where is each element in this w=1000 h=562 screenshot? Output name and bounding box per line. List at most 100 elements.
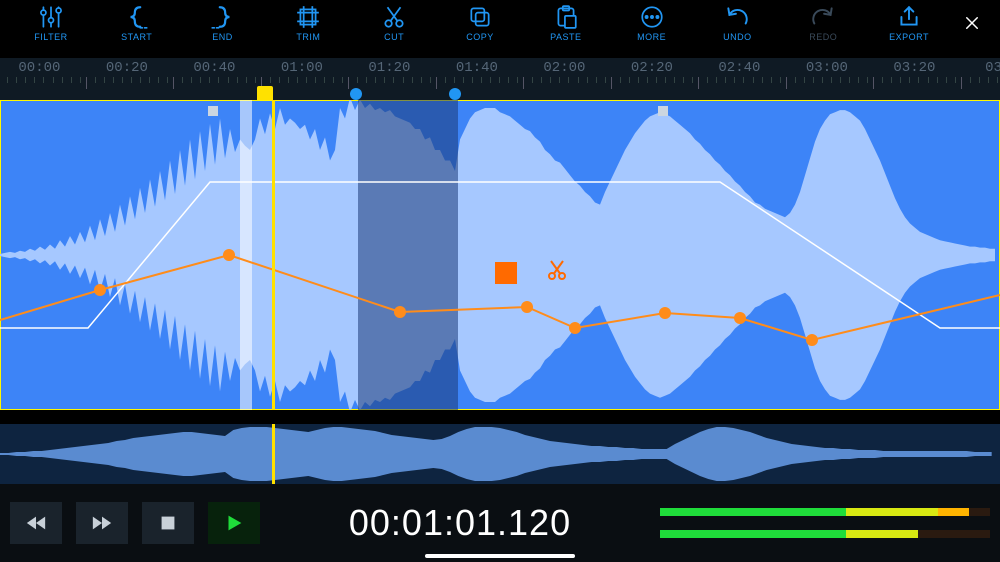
filter-icon xyxy=(38,4,64,30)
meter-segment xyxy=(918,508,928,516)
envelope-handle[interactable] xyxy=(658,106,668,116)
meter-segment xyxy=(815,508,825,516)
meter-segment xyxy=(794,530,804,538)
redo-icon xyxy=(810,4,836,30)
meter-segment xyxy=(670,530,680,538)
meter-left xyxy=(660,508,990,516)
meter-segment xyxy=(969,530,979,538)
ruler-label: 01:00 xyxy=(281,58,323,77)
automation-point[interactable] xyxy=(521,301,533,313)
tool-label: MORE xyxy=(637,32,666,42)
ruler-label: 00:40 xyxy=(193,58,235,77)
meter-segment xyxy=(928,530,938,538)
redo-button[interactable]: REDO xyxy=(780,4,866,42)
meter-segment xyxy=(980,508,990,516)
ruler-tick: 03:20 xyxy=(873,58,956,87)
level-meters xyxy=(660,508,990,538)
automation-point[interactable] xyxy=(806,334,818,346)
meter-segment xyxy=(980,530,990,538)
undo-icon xyxy=(724,4,750,30)
ruler-tick: 01:00 xyxy=(261,58,344,87)
meter-segment xyxy=(681,508,691,516)
tool-label: FILTER xyxy=(34,32,67,42)
tool-label: COPY xyxy=(466,32,494,42)
cut-button[interactable]: CUT xyxy=(351,4,437,42)
forward-button[interactable] xyxy=(76,502,128,544)
export-icon xyxy=(896,4,922,30)
copy-button[interactable]: COPY xyxy=(437,4,523,42)
ruler-tick: 00:00 xyxy=(0,58,81,87)
ruler-label: 00:20 xyxy=(106,58,148,77)
meter-segment xyxy=(660,530,670,538)
stop-button[interactable] xyxy=(142,502,194,544)
stop-icon xyxy=(157,512,179,534)
ruler-label: 02:40 xyxy=(718,58,760,77)
meter-segment xyxy=(712,530,722,538)
overview-waveform[interactable] xyxy=(0,424,1000,484)
automation-point[interactable] xyxy=(659,307,671,319)
automation-point[interactable] xyxy=(394,306,406,318)
meter-segment xyxy=(712,508,722,516)
ruler-tick: 02:00 xyxy=(523,58,606,87)
meter-segment xyxy=(887,530,897,538)
meter-segment xyxy=(825,530,835,538)
end-button[interactable]: END xyxy=(180,4,266,42)
ruler-tick: 00:40 xyxy=(173,58,256,87)
automation-point[interactable] xyxy=(223,249,235,261)
ruler-tick: 02:20 xyxy=(611,58,694,87)
ruler-label: 02:00 xyxy=(543,58,585,77)
rewind-button[interactable] xyxy=(10,502,62,544)
automation-point[interactable] xyxy=(569,322,581,334)
automation-point[interactable] xyxy=(94,284,106,296)
ruler-marker[interactable] xyxy=(350,88,362,100)
time-ruler[interactable]: 00:0000:2000:4001:0001:2001:4002:0002:20… xyxy=(0,58,1000,100)
selection-region[interactable] xyxy=(358,100,458,410)
brace-open-icon xyxy=(124,4,150,30)
cut-marker-icon[interactable] xyxy=(545,258,569,287)
tool-label: EXPORT xyxy=(889,32,929,42)
meter-segment xyxy=(856,530,866,538)
ruler-tick: 00:20 xyxy=(86,58,169,87)
play-button[interactable] xyxy=(208,502,260,544)
more-icon xyxy=(639,4,665,30)
tool-label: TRIM xyxy=(296,32,320,42)
meter-segment xyxy=(722,530,732,538)
meter-segment xyxy=(815,530,825,538)
ruler-label: 03:00 xyxy=(806,58,848,77)
more-button[interactable]: MORE xyxy=(609,4,695,42)
ruler-tick: 01:20 xyxy=(348,58,431,87)
meter-segment xyxy=(856,508,866,516)
meter-segment xyxy=(877,508,887,516)
meter-segment xyxy=(918,530,928,538)
main-waveform[interactable] xyxy=(0,100,1000,410)
meter-segment xyxy=(753,508,763,516)
export-button[interactable]: EXPORT xyxy=(866,4,952,42)
copy-icon xyxy=(467,4,493,30)
brace-close-icon xyxy=(210,4,236,30)
meter-segment xyxy=(825,508,835,516)
ruler-label: 02:20 xyxy=(631,58,673,77)
timecode-display: 00:01:01.120 xyxy=(274,502,646,544)
filter-button[interactable]: FILTER xyxy=(8,4,94,42)
playhead[interactable] xyxy=(272,100,275,410)
stop-marker-icon[interactable] xyxy=(495,262,517,284)
tool-label: REDO xyxy=(809,32,837,42)
meter-segment xyxy=(846,530,856,538)
meter-segment xyxy=(773,530,783,538)
start-button[interactable]: START xyxy=(94,4,180,42)
meter-segment xyxy=(928,508,938,516)
paste-button[interactable]: PASTE xyxy=(523,4,609,42)
overview-playhead[interactable] xyxy=(272,424,275,484)
paste-icon xyxy=(553,4,579,30)
meter-segment xyxy=(773,508,783,516)
ruler-label: 03:20 xyxy=(893,58,935,77)
meter-segment xyxy=(938,508,948,516)
undo-button[interactable]: UNDO xyxy=(695,4,781,42)
close-button[interactable] xyxy=(952,4,992,32)
trim-button[interactable]: TRIM xyxy=(265,4,351,42)
automation-point[interactable] xyxy=(734,312,746,324)
ruler-marker[interactable] xyxy=(449,88,461,100)
envelope-handle[interactable] xyxy=(208,106,218,116)
ruler-tick: 03:00 xyxy=(786,58,869,87)
trim-icon xyxy=(295,4,321,30)
